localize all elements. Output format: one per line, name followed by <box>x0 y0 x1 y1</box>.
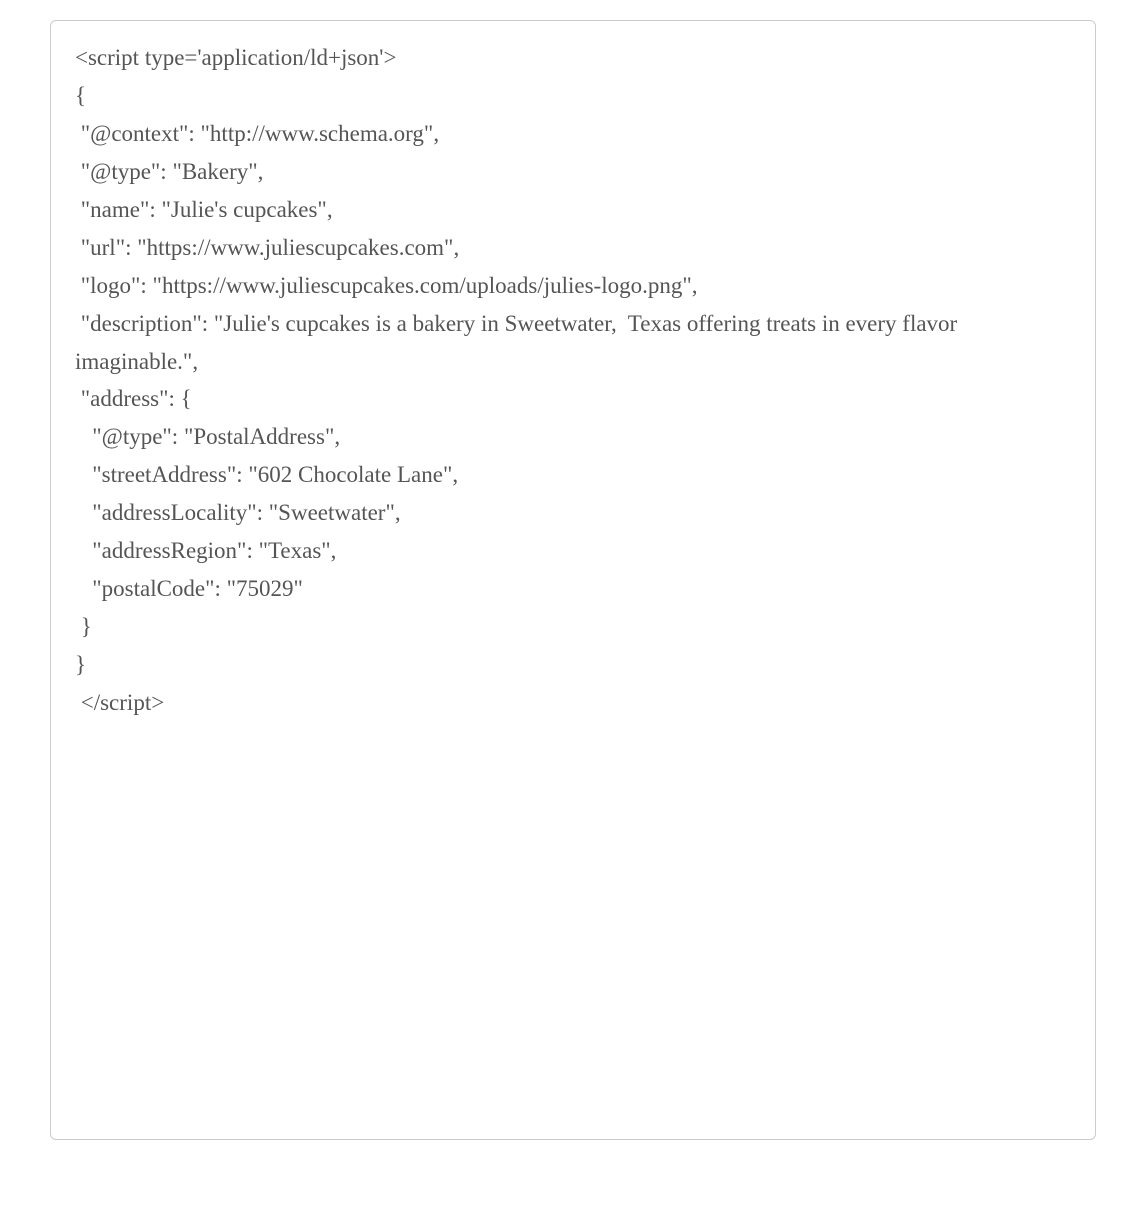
code-line: "logo": "https://www.juliescupcakes.com/… <box>75 273 698 298</box>
code-line: } <box>75 652 86 677</box>
code-line: "@type": "PostalAddress", <box>75 424 340 449</box>
code-line: } <box>75 614 92 639</box>
code-line: "@type": "Bakery", <box>75 159 263 184</box>
code-line: "streetAddress": "602 Chocolate Lane", <box>75 462 458 487</box>
code-line: <script type='application/ld+json'> <box>75 45 396 70</box>
code-line: "address": { <box>75 386 192 411</box>
code-line: "addressRegion": "Texas", <box>75 538 336 563</box>
code-line: { <box>75 83 86 108</box>
code-line: </script> <box>75 690 164 715</box>
code-line: "@context": "http://www.schema.org", <box>75 121 439 146</box>
code-line: "description": "Julie's cupcakes is a ba… <box>75 311 963 374</box>
code-line: "postalCode": "75029" <box>75 576 303 601</box>
code-line: "addressLocality": "Sweetwater", <box>75 500 401 525</box>
code-line: "url": "https://www.juliescupcakes.com", <box>75 235 459 260</box>
code-block: <script type='application/ld+json'> { "@… <box>50 20 1096 1140</box>
code-line: "name": "Julie's cupcakes", <box>75 197 333 222</box>
